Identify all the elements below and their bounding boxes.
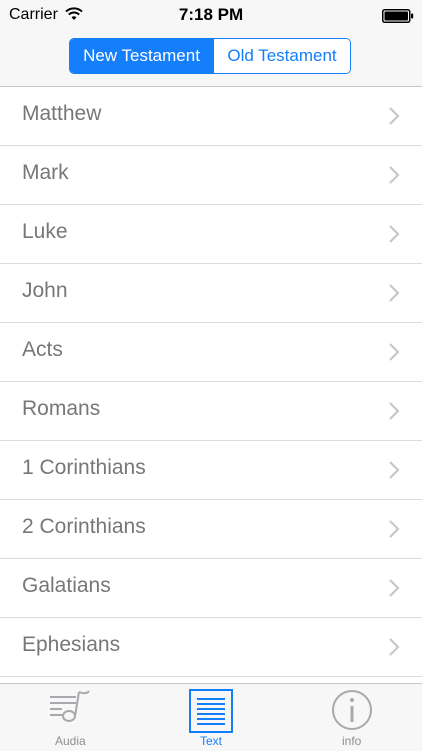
testament-segmented-control: New Testament Old Testament [69,38,351,74]
book-list: Matthew Mark Luke John Acts Romans 1 Cor… [0,87,422,677]
tab-label: Text [200,734,223,748]
clock: 7:18 PM [178,5,244,24]
book-label: Matthew [22,102,102,125]
tab-audia[interactable]: Audia [0,684,141,751]
list-item[interactable]: 1 Corinthians [0,441,422,500]
list-item[interactable]: Luke [0,205,422,264]
chevron-right-icon [388,106,400,131]
book-label: Galatians [22,574,111,597]
tab-bar: Audia Text info [0,683,422,751]
list-item[interactable]: 2 Corinthians [0,500,422,559]
chevron-right-icon [388,342,400,367]
chevron-right-icon [388,519,400,544]
chevron-right-icon [388,283,400,308]
book-label: Acts [22,338,63,361]
list-item[interactable]: Matthew [0,87,422,146]
list-item[interactable]: Galatians [0,559,422,618]
chevron-right-icon [388,401,400,426]
chevron-right-icon [388,224,400,249]
list-item[interactable]: John [0,264,422,323]
book-label: Luke [22,220,68,243]
tab-label: Audia [54,734,86,748]
tab-text[interactable]: Text [141,684,282,751]
book-label: Romans [22,397,101,420]
chevron-right-icon [388,637,400,662]
chevron-right-icon [388,460,400,485]
list-item[interactable]: Ephesians [0,618,422,677]
segment-new-testament[interactable]: New Testament [70,39,213,73]
book-label: 2 Corinthians [22,515,146,538]
status-bar: Carrier 7:18 PM [0,0,422,30]
chevron-right-icon [388,578,400,603]
tab-info[interactable]: info [281,684,422,751]
list-item[interactable]: Mark [0,146,422,205]
list-item[interactable]: Acts [0,323,422,382]
chevron-right-icon [388,165,400,190]
book-label: Mark [22,161,69,184]
book-label: Ephesians [22,633,121,656]
tab-label: info [342,734,362,748]
list-item[interactable]: Romans [0,382,422,441]
book-label: 1 Corinthians [22,456,146,479]
info-icon [331,689,373,736]
nav-bar: New Testament Old Testament [0,30,422,87]
book-label: John [22,279,68,302]
document-icon [189,689,233,738]
segment-old-testament[interactable]: Old Testament [213,39,350,73]
battery-icon [382,9,414,28]
music-note-icon [48,689,92,730]
